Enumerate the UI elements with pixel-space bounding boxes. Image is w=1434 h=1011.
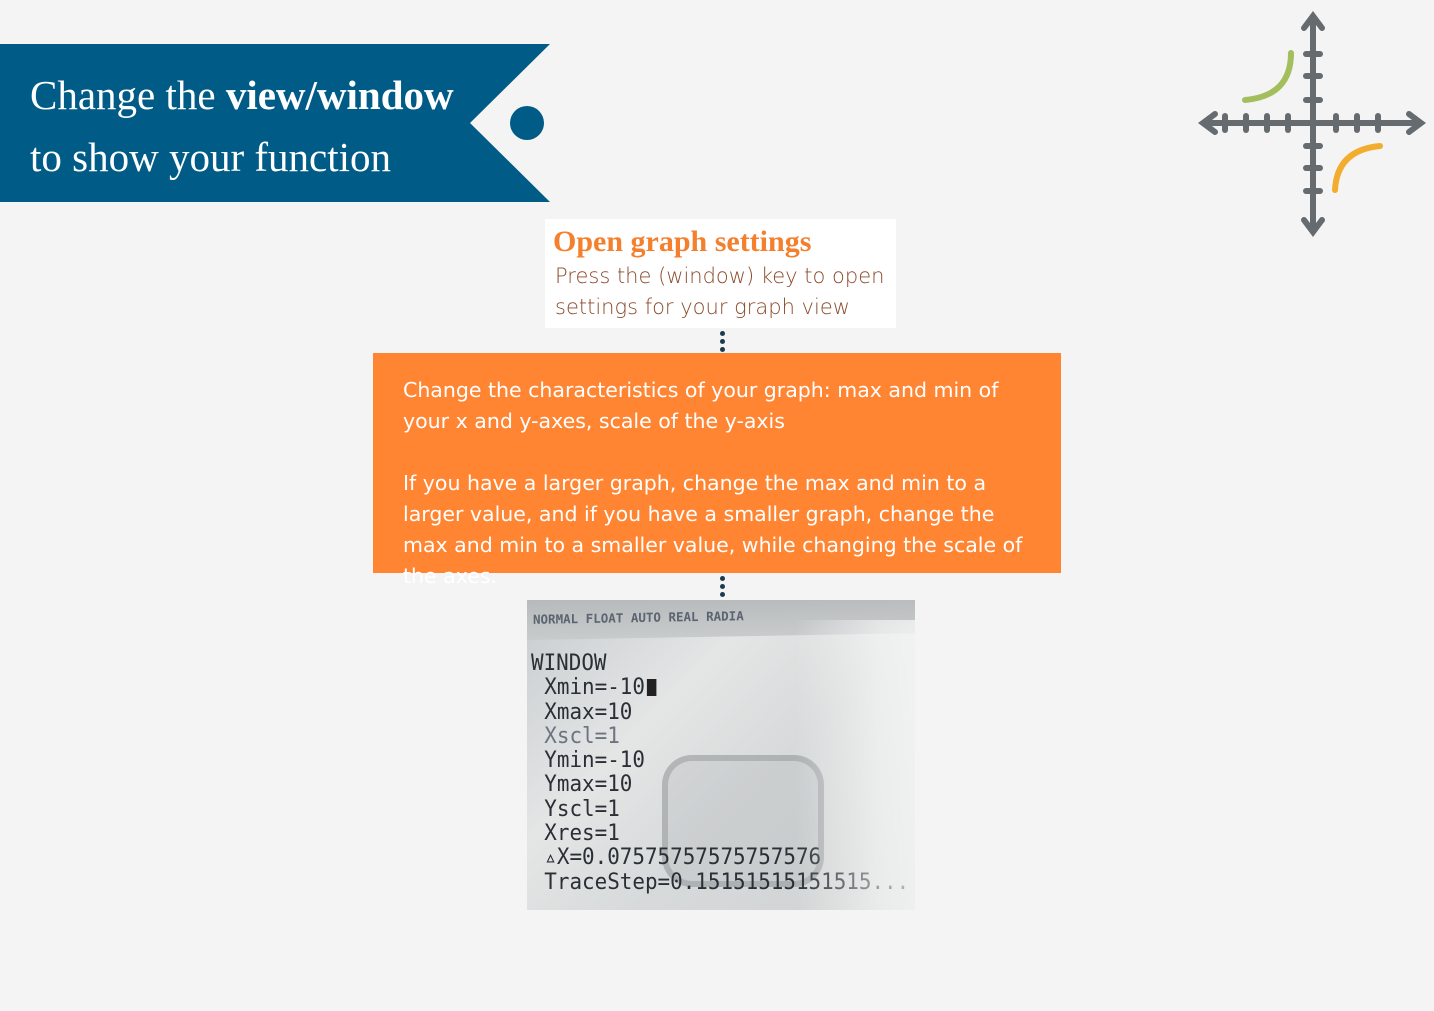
screen-glare [795, 620, 915, 910]
open-settings-callout: Open graph settings Press the (window) k… [545, 219, 896, 328]
instructions-box: Change the characteristics of your graph… [373, 353, 1061, 588]
instructions-paragraph-1: Change the characteristics of your graph… [403, 378, 999, 433]
title-line2: to show your function [30, 134, 391, 180]
calculator-screen-photo: NORMAL FLOAT AUTO REAL RADIA WINDOW Xmin… [527, 600, 915, 910]
connector-dots [720, 576, 726, 600]
connector-dots [720, 331, 726, 355]
title-line1-prefix: Change the [30, 72, 226, 118]
cursor-block [646, 679, 657, 697]
title-line1-bold: view/window [225, 72, 454, 118]
callout-body: Press the (window) key to open settings … [555, 264, 885, 319]
banner-dot [510, 106, 544, 140]
page-title: Change the view/window to show your func… [30, 64, 454, 188]
callout-title: Open graph settings [553, 225, 812, 258]
title-banner: Change the view/window to show your func… [0, 0, 560, 210]
instructions-paragraph-2: If you have a larger graph, change the m… [403, 471, 1023, 588]
coordinate-axes-icon [1196, 8, 1428, 240]
